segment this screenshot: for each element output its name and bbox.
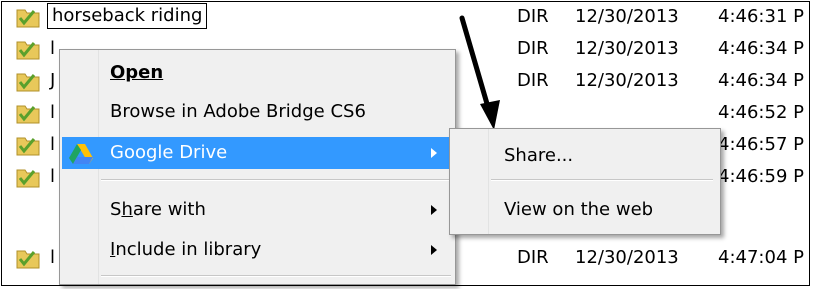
- menu-item-label: Share with: [110, 199, 206, 220]
- file-time: 4:46:31 P: [718, 6, 804, 27]
- file-name[interactable]: l: [50, 133, 55, 157]
- file-time: 4:46:59 P: [718, 166, 804, 187]
- menu-item-label: Browse in Adobe Bridge CS6: [110, 101, 366, 122]
- file-name[interactable]: l: [50, 246, 55, 270]
- menu-item-include-library[interactable]: Include in library: [62, 234, 453, 266]
- file-name-rename-box[interactable]: horseback riding: [47, 3, 208, 29]
- menu-item-browse-bridge[interactable]: Browse in Adobe Bridge CS6: [62, 96, 453, 128]
- folder-icon: [16, 105, 40, 124]
- menu-item-label: Open: [110, 62, 164, 83]
- menu-item-label: Share...: [504, 145, 574, 166]
- menu-item-google-drive[interactable]: Google Drive: [62, 137, 453, 169]
- submenu-item-share[interactable]: Share...: [452, 139, 718, 173]
- file-row[interactable]: horseback riding DIR 12/30/2013 4:46:31 …: [2, 2, 809, 34]
- menu-item-open[interactable]: Open: [62, 57, 453, 89]
- file-name[interactable]: l: [50, 101, 55, 125]
- file-date: 12/30/2013: [575, 70, 679, 91]
- google-drive-submenu: Share... View on the web: [449, 128, 721, 235]
- file-time: 4:46:34 P: [718, 38, 804, 59]
- menu-item-label: Include in library: [110, 239, 262, 260]
- file-name[interactable]: l: [50, 37, 55, 61]
- file-time: 4:46:34 P: [718, 70, 804, 91]
- file-name[interactable]: l: [50, 165, 55, 189]
- chevron-right-icon: [431, 205, 437, 215]
- menu-item-label: View on the web: [504, 199, 654, 220]
- file-time: 4:46:57 P: [718, 134, 804, 155]
- file-date: 12/30/2013: [575, 6, 679, 27]
- file-time: 4:46:52 P: [718, 102, 804, 123]
- context-menu: Open Browse in Adobe Bridge CS6 Google D…: [59, 49, 456, 285]
- menu-item-share-with[interactable]: Share with: [62, 194, 453, 226]
- folder-icon: [16, 169, 40, 188]
- file-type: DIR: [517, 247, 549, 268]
- folder-icon: [16, 9, 40, 28]
- file-time: 4:47:04 P: [718, 247, 804, 268]
- folder-icon: [16, 250, 40, 269]
- folder-icon: [16, 73, 40, 92]
- menu-separator: [101, 275, 451, 277]
- file-type: DIR: [517, 38, 549, 59]
- file-type: DIR: [517, 6, 549, 27]
- menu-separator: [491, 179, 713, 181]
- chevron-right-icon: [431, 148, 437, 158]
- menu-item-label: Google Drive: [110, 142, 228, 163]
- annotation-arrow: [459, 15, 500, 130]
- file-name[interactable]: J: [50, 69, 55, 93]
- folder-icon: [16, 137, 40, 156]
- menu-separator: [101, 179, 451, 181]
- file-date: 12/30/2013: [575, 247, 679, 268]
- file-date: 12/30/2013: [575, 38, 679, 59]
- submenu-item-view-web[interactable]: View on the web: [452, 193, 718, 227]
- folder-icon: [16, 41, 40, 60]
- chevron-right-icon: [431, 245, 437, 255]
- file-type: DIR: [517, 70, 549, 91]
- google-drive-icon: [69, 144, 93, 164]
